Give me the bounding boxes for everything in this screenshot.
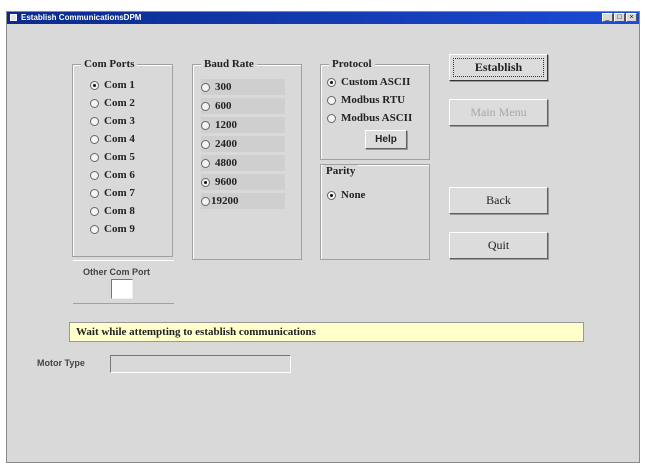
radio-icon[interactable] xyxy=(90,116,99,126)
establish-button[interactable]: Establish xyxy=(449,54,548,81)
status-message: Wait while attempting to establish commu… xyxy=(69,322,584,342)
radio-icon[interactable] xyxy=(90,170,99,180)
radio-selected-icon[interactable] xyxy=(327,77,336,87)
main-menu-button[interactable]: Main Menu xyxy=(449,99,548,126)
help-button[interactable]: Help xyxy=(365,130,407,149)
com-port-option[interactable]: Com 7 xyxy=(90,187,135,199)
baud-option[interactable]: 2400 xyxy=(201,136,285,152)
com-port-label: Com 4 xyxy=(104,133,135,145)
radio-icon[interactable] xyxy=(90,152,99,162)
radio-icon[interactable] xyxy=(201,101,210,111)
window-controls: _ □ × xyxy=(602,13,637,22)
com-port-label: Com 7 xyxy=(104,187,135,199)
baud-option[interactable]: 19200 xyxy=(201,193,285,209)
baud-label: 9600 xyxy=(215,176,237,188)
protocol-option[interactable]: Modbus ASCII xyxy=(327,112,412,124)
com-port-label: Com 3 xyxy=(104,115,135,127)
parity-group: Parity None xyxy=(320,164,430,260)
radio-icon[interactable] xyxy=(201,120,210,130)
protocol-group: Protocol Custom ASCII Modbus RTU Modbus … xyxy=(320,58,430,160)
protocol-option[interactable]: Modbus RTU xyxy=(327,94,405,106)
other-com-port-group: Other Com Port xyxy=(73,260,174,304)
protocol-label: Protocol xyxy=(329,58,375,71)
baud-option[interactable]: 1200 xyxy=(201,117,285,133)
com-ports-label: Com Ports xyxy=(81,58,138,71)
radio-selected-icon[interactable] xyxy=(201,177,210,187)
radio-icon[interactable] xyxy=(327,113,336,123)
baud-label: 4800 xyxy=(215,157,237,169)
radio-icon[interactable] xyxy=(201,158,210,168)
back-button[interactable]: Back xyxy=(449,187,548,214)
app-icon[interactable] xyxy=(10,14,17,21)
radio-selected-icon[interactable] xyxy=(90,80,99,90)
radio-icon[interactable] xyxy=(90,206,99,216)
close-button[interactable]: × xyxy=(626,13,637,22)
quit-button[interactable]: Quit xyxy=(449,232,548,259)
establish-communications-window: Establish CommunicationsDPM _ □ × Com Po… xyxy=(6,11,640,463)
baud-label: 600 xyxy=(215,100,232,112)
radio-icon[interactable] xyxy=(201,196,210,206)
motor-type-field[interactable] xyxy=(110,355,291,373)
baud-option[interactable]: 300 xyxy=(201,79,285,95)
radio-icon[interactable] xyxy=(90,134,99,144)
com-ports-group: Com Ports Com 1 Com 2 Com 3 Com 4 Com 5 … xyxy=(72,58,173,257)
motor-type-label: Motor Type xyxy=(37,358,85,368)
maximize-button[interactable]: □ xyxy=(614,13,625,22)
com-port-option[interactable]: Com 4 xyxy=(90,133,135,145)
com-port-label: Com 8 xyxy=(104,205,135,217)
other-com-port-label: Other Com Port xyxy=(83,267,151,277)
radio-icon[interactable] xyxy=(90,188,99,198)
parity-label: Parity xyxy=(323,165,359,178)
baud-option[interactable]: 4800 xyxy=(201,155,285,171)
com-port-option[interactable]: Com 5 xyxy=(90,151,135,163)
baud-label: 300 xyxy=(215,81,232,93)
parity-option[interactable]: None xyxy=(327,189,365,201)
radio-icon[interactable] xyxy=(201,139,210,149)
window-title: Establish CommunicationsDPM xyxy=(21,13,142,22)
com-port-label: Com 1 xyxy=(104,79,135,91)
com-port-option[interactable]: Com 2 xyxy=(90,97,135,109)
protocol-item-label: Modbus RTU xyxy=(341,94,406,106)
baud-label: 1200 xyxy=(215,119,237,131)
baud-option[interactable]: 9600 xyxy=(201,174,285,190)
com-port-option[interactable]: Com 1 xyxy=(90,79,135,91)
com-port-label: Com 9 xyxy=(104,223,135,235)
minimize-button[interactable]: _ xyxy=(602,13,613,22)
com-port-label: Com 6 xyxy=(104,169,135,181)
radio-icon[interactable] xyxy=(201,82,210,92)
protocol-item-label: Custom ASCII xyxy=(341,76,411,88)
other-com-port-input[interactable] xyxy=(111,279,133,299)
baud-label: 19200 xyxy=(211,195,239,207)
com-port-option[interactable]: Com 3 xyxy=(90,115,135,127)
baud-option[interactable]: 600 xyxy=(201,98,285,114)
com-port-label: Com 2 xyxy=(104,97,135,109)
baud-rate-group: Baud Rate 300 600 1200 2400 4800 9600 19… xyxy=(192,58,302,260)
com-port-label: Com 5 xyxy=(104,151,135,163)
protocol-option[interactable]: Custom ASCII xyxy=(327,76,410,88)
baud-rate-label: Baud Rate xyxy=(201,58,257,71)
parity-item-label: None xyxy=(341,189,366,201)
baud-label: 2400 xyxy=(215,138,237,150)
radio-icon[interactable] xyxy=(90,224,99,234)
protocol-item-label: Modbus ASCII xyxy=(341,112,413,124)
com-port-option[interactable]: Com 9 xyxy=(90,223,135,235)
title-bar[interactable]: Establish CommunicationsDPM _ □ × xyxy=(7,12,639,24)
com-port-option[interactable]: Com 8 xyxy=(90,205,135,217)
radio-icon[interactable] xyxy=(90,98,99,108)
radio-selected-icon[interactable] xyxy=(327,190,336,200)
com-port-option[interactable]: Com 6 xyxy=(90,169,135,181)
radio-icon[interactable] xyxy=(327,95,336,105)
